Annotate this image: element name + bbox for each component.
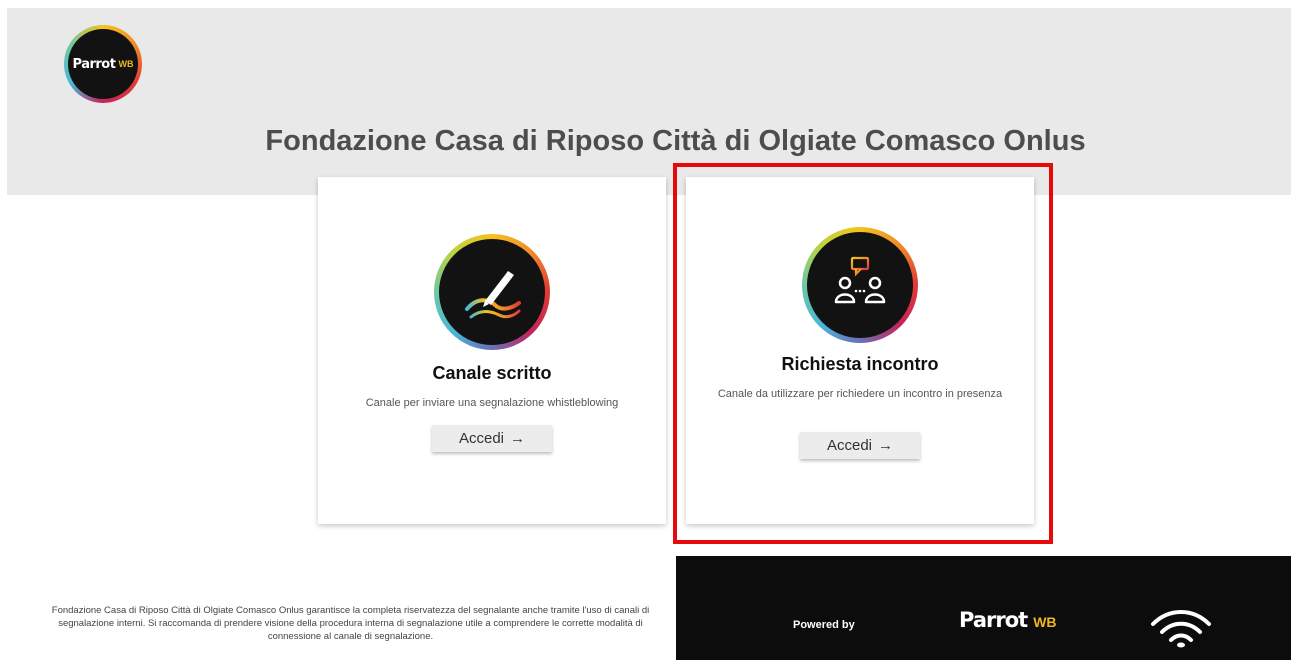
meeting-icon-badge xyxy=(802,227,918,343)
logo-mark: WB xyxy=(118,59,134,69)
page: Parrot WB Fondazione Casa di Riposo Citt… xyxy=(0,0,1291,660)
card-description: Canale da utilizzare per richiedere un i… xyxy=(717,388,1003,400)
pen-icon-badge xyxy=(434,234,550,350)
pen-icon xyxy=(465,271,521,319)
button-label: Accedi xyxy=(458,430,505,447)
footer-logo-mark: WB xyxy=(1033,614,1057,630)
parrot-logo[interactable]: Parrot WB xyxy=(64,25,142,103)
meeting-icon xyxy=(834,256,886,304)
button-label: Accedi xyxy=(826,437,873,454)
logo-text: Parrot xyxy=(72,56,116,72)
accedi-button-scritto[interactable]: Accedi → xyxy=(432,425,552,452)
card-title: Canale scritto xyxy=(432,363,552,383)
footer-brand-panel: Powered by Parrot WB xyxy=(676,556,1291,660)
parrot-footer-logo[interactable]: Parrot WB xyxy=(959,608,1057,632)
card-richiesta-incontro: Richiesta incontro Canale da utilizzare … xyxy=(686,177,1034,524)
arrow-right-icon: → xyxy=(510,430,526,447)
powered-by-label: Powered by xyxy=(793,619,855,631)
header: Parrot WB xyxy=(7,8,1291,195)
arrow-right-icon: → xyxy=(878,437,894,454)
accedi-button-incontro[interactable]: Accedi → xyxy=(800,432,920,459)
wifi-icon xyxy=(1151,610,1211,648)
footer-notice: Fondazione Casa di Riposo Città di Olgia… xyxy=(51,605,650,642)
card-title: Richiesta incontro xyxy=(781,354,939,374)
footer-logo-text: Parrot xyxy=(959,608,1028,632)
card-description: Canale per inviare una segnalazione whis… xyxy=(365,397,619,409)
footer-notice-panel: Fondazione Casa di Riposo Città di Olgia… xyxy=(18,556,676,660)
page-title: Fondazione Casa di Riposo Città di Olgia… xyxy=(265,125,1086,157)
parrot-logo-inner: Parrot WB xyxy=(68,29,138,99)
card-canale-scritto: Canale scritto Canale per inviare una se… xyxy=(318,177,666,524)
